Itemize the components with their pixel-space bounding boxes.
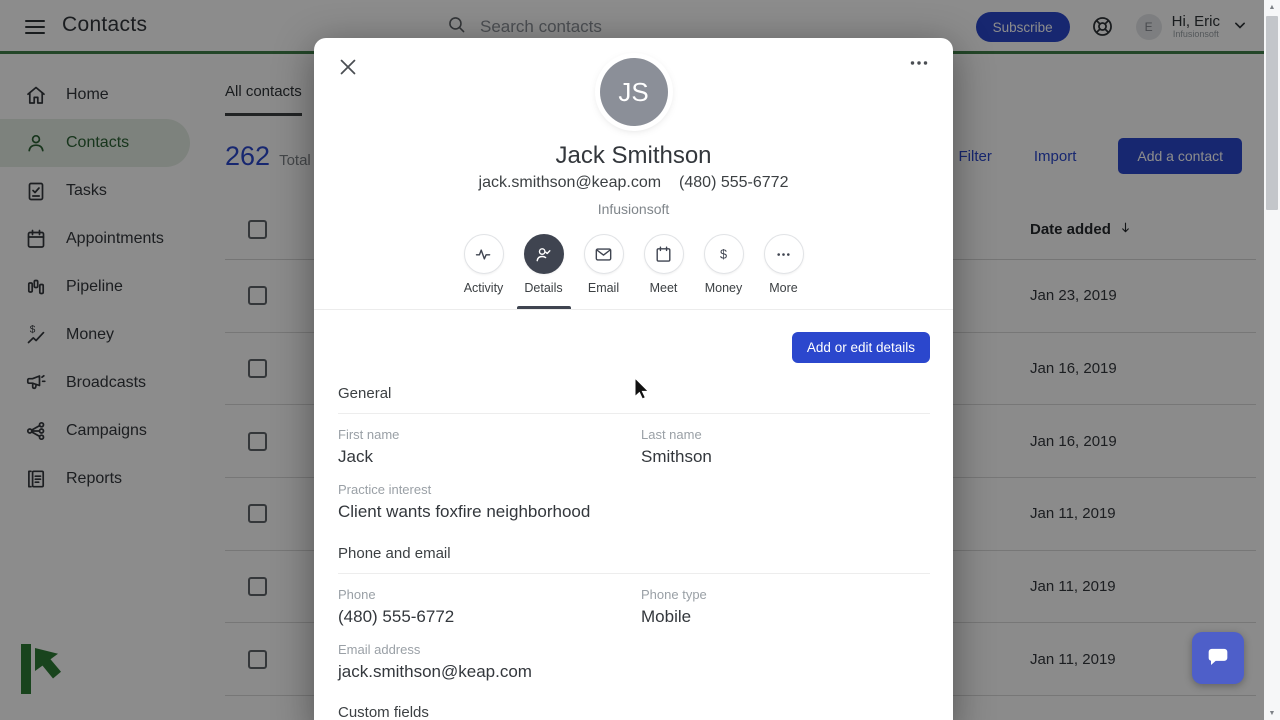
- general-fields-row: First name Jack Last name Smithson: [338, 427, 930, 467]
- more-options-icon[interactable]: [905, 50, 933, 78]
- meet-calendar-icon: [643, 234, 684, 274]
- action-tab-meet[interactable]: Meet: [636, 234, 692, 309]
- contact-company: Infusionsoft: [597, 201, 670, 217]
- practice-interest-row: Practice interest Client wants foxfire n…: [338, 482, 930, 522]
- field-practice-interest: Practice interest Client wants foxfire n…: [338, 482, 591, 521]
- contact-detail-modal: JS Jack Smithson jack.smithson@keap.com …: [314, 38, 953, 720]
- action-tab-email[interactable]: Email: [576, 234, 632, 309]
- money-dollar-icon: $: [703, 234, 744, 274]
- email-icon: [583, 234, 624, 274]
- divider: [338, 573, 930, 574]
- email-field-row: Email address jack.smithson@keap.com: [338, 642, 930, 682]
- contact-name: Jack Smithson: [555, 142, 712, 169]
- field-phone: Phone (480) 555-6772: [338, 587, 455, 626]
- details-person-check-icon: [523, 234, 564, 274]
- contact-phone-link[interactable]: (480) 555-6772: [679, 174, 788, 192]
- phone-fields-row: Phone (480) 555-6772 Phone type Mobile: [338, 587, 930, 627]
- scrollbar-thumb[interactable]: [1266, 16, 1278, 210]
- field-phone-type: Phone type Mobile: [641, 587, 707, 626]
- more-dots-icon: [763, 234, 804, 274]
- action-tab-activity[interactable]: Activity: [456, 234, 512, 309]
- action-tab-money[interactable]: $ Money: [696, 234, 752, 309]
- section-title-custom-fields: Custom fields: [338, 704, 429, 720]
- scroll-down-arrow-icon[interactable]: ▼: [1264, 706, 1280, 720]
- app-window: Contacts Subscribe E Hi, Eric Infusionso…: [0, 0, 1280, 720]
- action-tab-more[interactable]: More: [756, 234, 812, 309]
- chat-bubble-icon: [1204, 643, 1232, 674]
- scroll-up-arrow-icon[interactable]: ▲: [1264, 0, 1280, 14]
- divider: [338, 413, 930, 414]
- chat-launcher-button[interactable]: [1192, 632, 1244, 684]
- add-or-edit-details-button[interactable]: Add or edit details: [791, 332, 930, 363]
- contact-avatar: JS: [599, 58, 668, 126]
- svg-text:$: $: [720, 247, 727, 261]
- field-first-name: First name Jack: [338, 427, 400, 466]
- activity-icon: [463, 234, 504, 274]
- vertical-scrollbar[interactable]: ▲ ▼: [1264, 0, 1280, 720]
- field-last-name: Last name Smithson: [641, 427, 712, 466]
- section-title-general: General: [338, 385, 392, 402]
- action-tab-details[interactable]: Details: [516, 234, 572, 309]
- contact-email-link[interactable]: jack.smithson@keap.com: [479, 174, 662, 192]
- contact-summary: jack.smithson@keap.com (480) 555-6772: [314, 174, 953, 192]
- section-title-phone-and-email: Phone and email: [338, 545, 451, 562]
- close-icon[interactable]: [334, 54, 362, 82]
- field-email-address: Email address jack.smithson@keap.com: [338, 642, 532, 681]
- active-tab-indicator: [516, 306, 571, 309]
- contact-action-tabs: Activity Details Email Meet $ Money More: [314, 234, 953, 310]
